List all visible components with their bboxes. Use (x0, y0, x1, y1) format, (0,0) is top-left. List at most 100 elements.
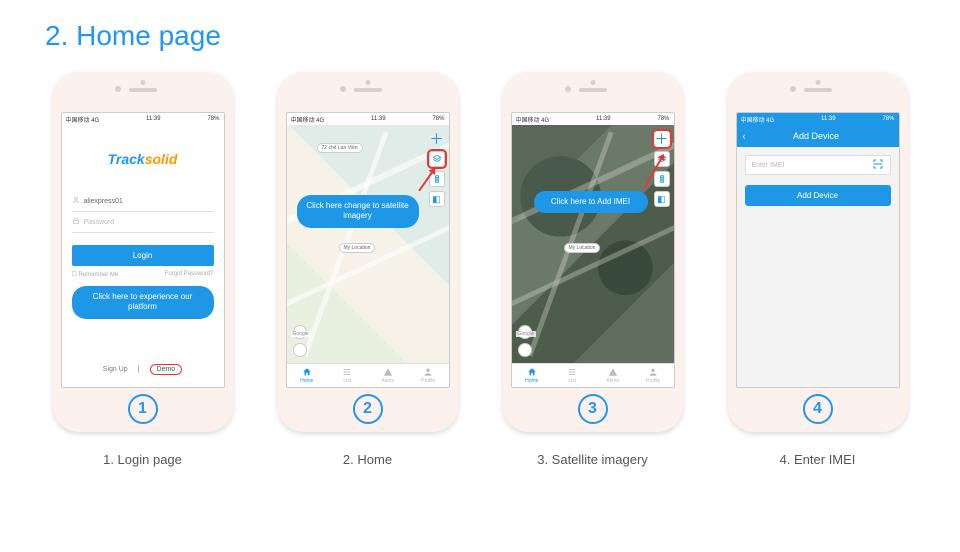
password-field[interactable]: Password (72, 212, 214, 233)
username-value: aliexpress01 (84, 198, 123, 205)
col-login: 中国移动 4G 11:39 78% Tracksolid aliexpress0 (45, 72, 240, 467)
tab-bar: Home List Alerts Profile (512, 363, 674, 387)
refresh-button[interactable] (518, 343, 532, 357)
caption-satellite: 3. Satellite imagery (537, 452, 648, 467)
phone-row: 中国移动 4G 11:39 78% Tracksolid aliexpress0 (45, 72, 915, 467)
nav-header: ‹ Add Device (737, 125, 899, 147)
signup-link[interactable]: Sign Up (103, 366, 128, 373)
phone-speaker (804, 88, 832, 92)
tab-list[interactable]: List (327, 364, 368, 387)
phone-frame: 中国移动 4G 11:39 78% Tracksolid aliexpress0 (53, 72, 233, 432)
map-street[interactable]: 72 chế Lan Viên My Location ＋ ◧ (287, 125, 449, 363)
phone-camera (790, 86, 796, 92)
status-battery: 78% (432, 116, 444, 122)
callout-add-imei: Click here to Add IMEI (534, 191, 648, 213)
status-carrier: 中国移动 4G (516, 115, 550, 124)
status-time: 11:39 (596, 116, 611, 122)
screen-login: 中国移动 4G 11:39 78% Tracksolid aliexpress0 (61, 112, 225, 388)
status-battery: 78% (207, 116, 219, 122)
imei-input[interactable]: Enter IMEI (745, 155, 891, 175)
layer-toggle-button[interactable] (429, 151, 445, 167)
remember-me-checkbox[interactable]: ☐ Remember Me (72, 271, 119, 278)
footer-divider: | (138, 366, 140, 373)
status-battery: 78% (657, 116, 669, 122)
nav-title: Add Device (752, 131, 881, 141)
status-bar: 中国移动 4G 11:39 78% (737, 113, 899, 125)
page-title: 2. Home page (45, 20, 915, 52)
phone-frame: 中国移动 4G 11:39 78% 72 chế Lan Viên My Loc… (278, 72, 458, 432)
tab-home[interactable]: Home (512, 364, 553, 387)
app-logo: Tracksolid (72, 151, 214, 167)
home-button-badge: 1 (128, 394, 158, 424)
back-icon[interactable]: ‹ (743, 131, 746, 141)
map-satellite[interactable]: My Location ＋ ◧ (512, 125, 674, 363)
map-option-button[interactable]: ◧ (429, 191, 445, 207)
add-device-button[interactable]: Add Device (745, 185, 891, 206)
logo-text-b: solid (145, 151, 178, 167)
tab-label: Alerts (606, 378, 619, 384)
phone-sensor (365, 80, 370, 85)
tab-alerts[interactable]: Alerts (368, 364, 409, 387)
tab-home[interactable]: Home (287, 364, 328, 387)
callout-satellite: Click here change to satellite imagery (297, 195, 419, 228)
road-line (511, 208, 675, 308)
status-time: 11:39 (146, 116, 161, 122)
col-add-device: 中国移动 4G 11:39 78% ‹ Add Device Enter IME… (720, 72, 915, 467)
phone-sensor (590, 80, 595, 85)
password-placeholder: Password (84, 219, 115, 226)
tab-label: Home (300, 378, 313, 384)
refresh-button[interactable] (293, 343, 307, 357)
col-home: 中国移动 4G 11:39 78% 72 chế Lan Viên My Loc… (270, 72, 465, 467)
caption-login: 1. Login page (103, 452, 182, 467)
caption-home: 2. Home (343, 452, 392, 467)
google-attribution: Google (516, 331, 536, 337)
tab-profile[interactable]: Profile (633, 364, 674, 387)
phone-speaker (579, 88, 607, 92)
col-satellite: 中国移动 4G 11:39 78% My Location ＋ (495, 72, 690, 467)
status-carrier: 中国移动 4G (66, 115, 100, 124)
add-device-icon[interactable]: ＋ (654, 131, 670, 147)
home-button-badge: 4 (803, 394, 833, 424)
callout-experience: Click here to experience our platform (72, 286, 214, 319)
map-option-button[interactable]: ◧ (654, 191, 670, 207)
username-field[interactable]: aliexpress01 (72, 191, 214, 212)
phone-frame: 中国移动 4G 11:39 78% ‹ Add Device Enter IME… (728, 72, 908, 432)
google-attribution: Google (291, 331, 311, 337)
tab-bar: Home List Alerts Profile (287, 363, 449, 387)
status-time: 11:39 (821, 116, 836, 122)
my-location-label[interactable]: My Location (339, 243, 376, 253)
map-fab-col (293, 325, 307, 357)
status-carrier: 中国移动 4G (741, 115, 775, 124)
screen-satellite: 中国移动 4G 11:39 78% My Location ＋ (511, 112, 675, 388)
login-button[interactable]: Login (72, 245, 214, 266)
screen-add-device: 中国移动 4G 11:39 78% ‹ Add Device Enter IME… (736, 112, 900, 388)
home-button-badge: 2 (353, 394, 383, 424)
phone-frame: 中国移动 4G 11:39 78% My Location ＋ (503, 72, 683, 432)
phone-speaker (354, 88, 382, 92)
tab-list[interactable]: List (552, 364, 593, 387)
demo-link[interactable]: Demo (150, 364, 183, 375)
phone-sensor (815, 80, 820, 85)
phone-camera (340, 86, 346, 92)
remember-label: Remember Me (79, 272, 119, 278)
my-location-label[interactable]: My Location (564, 243, 601, 253)
add-device-icon[interactable]: ＋ (429, 131, 445, 147)
tab-label: Profile (421, 378, 435, 384)
status-bar: 中国移动 4G 11:39 78% (287, 113, 449, 125)
tab-profile[interactable]: Profile (408, 364, 449, 387)
status-carrier: 中国移动 4G (291, 115, 325, 124)
traffic-button[interactable] (654, 171, 670, 187)
forgot-password-link[interactable]: Forgot Password? (165, 271, 214, 278)
phone-camera (115, 86, 121, 92)
qr-scan-icon[interactable] (872, 158, 884, 173)
screen-home: 中国移动 4G 11:39 78% 72 chế Lan Viên My Loc… (286, 112, 450, 388)
logo-text-a: Track (108, 151, 145, 167)
imei-placeholder: Enter IMEI (752, 162, 785, 169)
status-bar: 中国移动 4G 11:39 78% (62, 113, 224, 125)
status-battery: 78% (882, 116, 894, 122)
map-fab-col (518, 325, 532, 357)
tab-label: Alerts (381, 378, 394, 384)
tab-alerts[interactable]: Alerts (593, 364, 634, 387)
caption-imei: 4. Enter IMEI (780, 452, 856, 467)
user-icon (72, 196, 80, 206)
